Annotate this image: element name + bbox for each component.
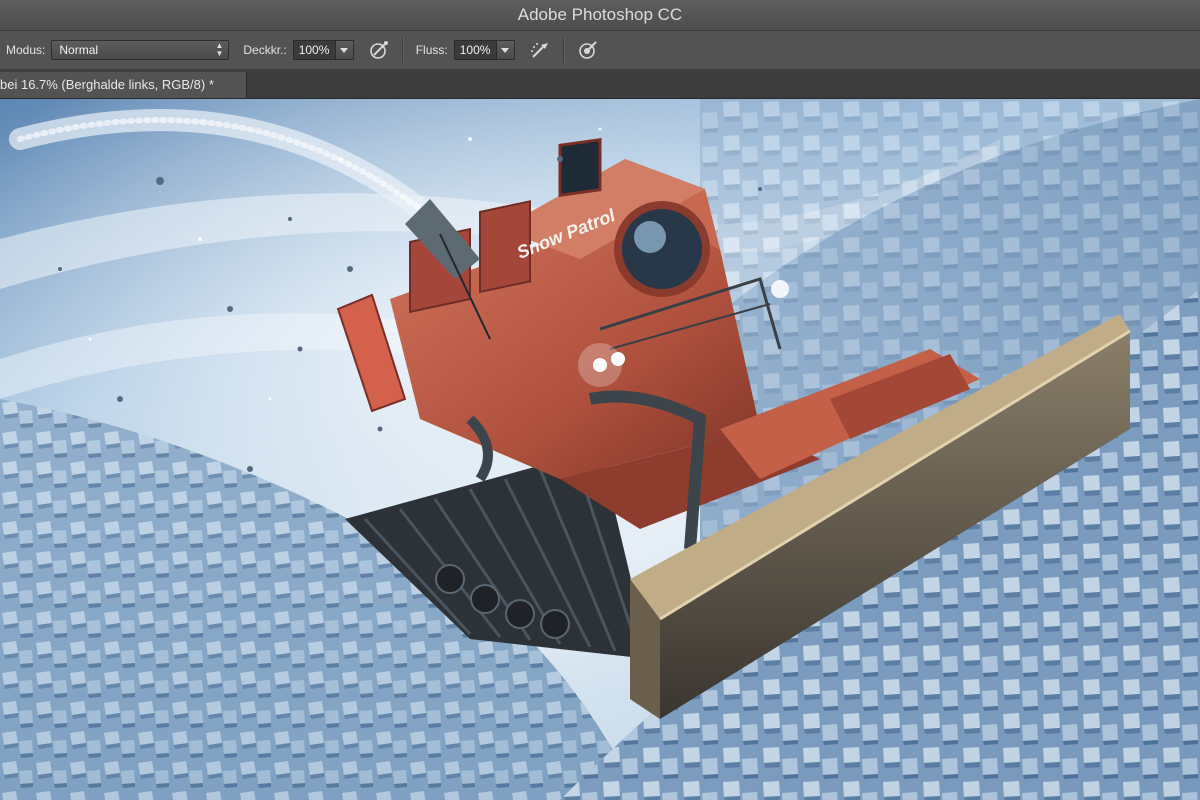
airbrush-pressure-icon[interactable] <box>368 39 390 61</box>
blend-mode-value: Normal <box>59 43 99 57</box>
document-tab[interactable]: bei 16.7% (Berghalde links, RGB/8) * <box>0 72 247 98</box>
document-tab-bar: bei 16.7% (Berghalde links, RGB/8) * <box>0 70 1200 99</box>
flow-input[interactable]: 100% <box>453 40 497 60</box>
chevron-down-icon <box>501 47 510 53</box>
flow-dropdown-button[interactable] <box>496 40 515 60</box>
updown-arrows-icon: ▲ ▼ <box>215 41 224 58</box>
toolbar-separator <box>401 37 404 63</box>
flow-value: 100% <box>459 43 491 57</box>
blend-mode-select[interactable]: Normal ▲ ▼ <box>51 40 230 60</box>
app-title: Adobe Photoshop CC <box>517 5 683 24</box>
tablet-pressure-size-icon[interactable] <box>577 39 599 61</box>
opacity-value: 100% <box>298 43 330 57</box>
artwork-image: Snow Patrol <box>0 99 1200 800</box>
flow-label: Fluss: <box>415 43 448 57</box>
opacity-input[interactable]: 100% <box>292 40 336 60</box>
window-title-bar: Adobe Photoshop CC <box>0 0 1200 31</box>
chevron-down-icon <box>340 47 349 53</box>
toolbar-separator <box>562 37 565 63</box>
mode-label: Modus: <box>6 43 46 57</box>
document-tab-title: bei 16.7% (Berghalde links, RGB/8) * <box>0 77 214 92</box>
options-bar: Modus: Normal ▲ ▼ Deckkr.: 100% Fluss: 10… <box>0 31 1200 70</box>
opacity-dropdown-button[interactable] <box>335 40 354 60</box>
document-canvas[interactable]: Snow Patrol <box>0 99 1200 800</box>
airbrush-icon[interactable] <box>529 39 551 61</box>
opacity-label: Deckkr.: <box>243 43 287 57</box>
